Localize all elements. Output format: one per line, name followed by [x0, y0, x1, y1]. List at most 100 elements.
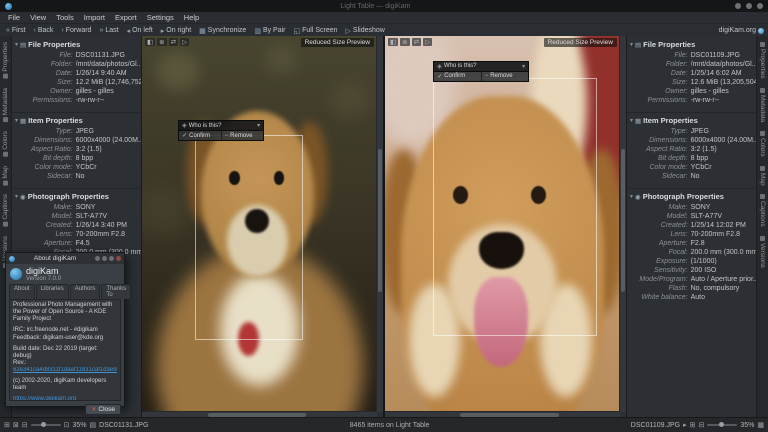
- menu-item[interactable]: File: [3, 13, 25, 22]
- confirm-face-button[interactable]: ✓ Confirm: [179, 131, 221, 140]
- sidebar-tab[interactable]: Properties: [758, 38, 767, 83]
- face-tag-frame[interactable]: [433, 78, 596, 336]
- remove-face-button[interactable]: − Remove: [221, 131, 264, 140]
- preview-tool-icon[interactable]: ▷: [423, 38, 432, 46]
- collapse-arrow-icon[interactable]: ▾: [630, 41, 633, 48]
- dialog-tab[interactable]: Authors: [70, 284, 101, 299]
- section-header[interactable]: ▾ ▤ File Properties: [12, 37, 141, 51]
- sidebar-tab-label: Map: [2, 166, 9, 179]
- property-row: Exposure: (1/1000): [627, 257, 756, 266]
- left-preview-pane[interactable]: ◧⊕⇄▷ Reduced Size Preview ◈ Who is this?…: [142, 36, 385, 418]
- menu-item[interactable]: View: [25, 13, 51, 22]
- toolbar-button[interactable]: ‹ Back: [32, 27, 60, 35]
- right-vertical-scrollbar[interactable]: [619, 36, 626, 412]
- help-icon[interactable]: [95, 256, 100, 261]
- sidebar-tab[interactable]: Map: [758, 162, 767, 190]
- toolbar-button[interactable]: ▷ Slideshow: [344, 27, 391, 35]
- face-tag-frame[interactable]: [195, 135, 303, 339]
- toolbar-button[interactable]: ◱ Full Screen: [292, 27, 344, 35]
- dialog-tab[interactable]: Thanks To: [101, 284, 131, 299]
- property-value: Auto / Aperture prior...: [691, 275, 756, 284]
- property-row: Lens: 70-200mm F2.8: [627, 230, 756, 239]
- close-icon[interactable]: [116, 256, 121, 261]
- preview-tool-icon[interactable]: ⊕: [157, 38, 166, 46]
- sidebar-tab[interactable]: Properties: [1, 38, 10, 83]
- collapse-arrow-icon[interactable]: ▾: [15, 117, 18, 124]
- menu-item[interactable]: Settings: [142, 13, 179, 22]
- preview-tool-icon[interactable]: ▷: [180, 38, 189, 46]
- right-preview-pane[interactable]: ◧⊕⇄▷ Reduced Size Preview ◈ Who is this?…: [385, 36, 626, 418]
- zoom-fit-icon[interactable]: ⊞: [4, 421, 10, 429]
- toolbar-button[interactable]: ▸ On right: [159, 27, 197, 35]
- collapse-arrow-icon[interactable]: ▾: [15, 41, 18, 48]
- zoom-100-icon[interactable]: ⊠: [13, 421, 19, 429]
- section-header[interactable]: ▾ ▦ Item Properties: [12, 113, 141, 127]
- preview-tool-icon[interactable]: ⊕: [400, 38, 409, 46]
- right-zoom-value: 35%: [740, 422, 754, 429]
- digikam-org-link[interactable]: digiKam.org: [719, 27, 764, 34]
- toolbar-button-icon: ‹: [34, 27, 36, 34]
- property-key: Owner:: [12, 87, 76, 96]
- dialog-tab[interactable]: Libraries: [36, 284, 69, 299]
- maximize-icon[interactable]: [746, 3, 752, 9]
- minimize-icon[interactable]: [102, 256, 107, 261]
- sidebar-tab[interactable]: Colors: [758, 127, 767, 161]
- property-key: Aperture:: [627, 239, 691, 248]
- sidebar-tab[interactable]: Captions: [1, 190, 10, 231]
- section-header[interactable]: ▾ ▤ File Properties: [627, 37, 756, 51]
- preview-tool-icon[interactable]: ⇄: [412, 38, 421, 46]
- sidebar-tab[interactable]: Captions: [758, 190, 767, 231]
- toolbar-button[interactable]: ◂ On left: [125, 27, 159, 35]
- collapse-arrow-icon[interactable]: ▾: [630, 193, 633, 200]
- zoom-100-icon[interactable]: ⊟: [698, 421, 704, 429]
- section-header[interactable]: ▾ ◉ Photograph Properties: [627, 189, 756, 203]
- toolbar-button[interactable]: › Forward: [59, 27, 97, 35]
- revision-hash-link[interactable]: 62e341ca4d8311f1daaf11831caf1d3e9b63a784…: [13, 367, 117, 374]
- toolbar-button[interactable]: ▦ Synchronize: [197, 27, 252, 35]
- toolbar-button[interactable]: « First: [4, 27, 32, 35]
- zoom-select-icon[interactable]: ⊟: [22, 421, 28, 429]
- pair-icon[interactable]: ▸: [683, 421, 687, 429]
- collapse-arrow-icon[interactable]: ▾: [15, 193, 18, 200]
- sidebar-tab[interactable]: Metadata: [1, 84, 10, 126]
- chevron-down-icon[interactable]: ▾: [522, 63, 525, 70]
- toolbar-button[interactable]: ▥ By Pair: [252, 27, 291, 35]
- close-icon[interactable]: [757, 3, 763, 9]
- sidebar-tab-icon: [3, 117, 8, 122]
- preview-tool-icon[interactable]: ◧: [388, 38, 398, 46]
- left-zoom-slider[interactable]: [31, 424, 61, 426]
- section-header[interactable]: ▾ ▦ Item Properties: [627, 113, 756, 127]
- maximize-icon[interactable]: [109, 256, 114, 261]
- sidebar-tab[interactable]: Metadata: [758, 84, 767, 126]
- menu-item[interactable]: Export: [110, 13, 142, 22]
- sidebar-tab[interactable]: Versions: [758, 232, 767, 272]
- menu-item[interactable]: Import: [79, 13, 110, 22]
- remove-face-button[interactable]: − Remove: [481, 72, 529, 81]
- preview-tool-icon[interactable]: ⇄: [169, 38, 178, 46]
- confirm-face-button[interactable]: ✓ Confirm: [434, 72, 481, 81]
- about-build-date: Build date: Dec 22 2019 (target: debug): [13, 346, 117, 360]
- left-vertical-scrollbar[interactable]: [376, 36, 383, 412]
- preview-tool-icon[interactable]: ◧: [145, 38, 155, 46]
- dialog-titlebar[interactable]: About digiKam: [6, 253, 124, 264]
- zoom-fit-icon[interactable]: ⊞: [690, 421, 696, 429]
- toolbar-button-icon: ▥: [254, 27, 261, 35]
- section-header[interactable]: ▾ ◉ Photograph Properties: [12, 189, 141, 203]
- face-tag-question[interactable]: Who is this?: [444, 63, 520, 69]
- fit-window-icon[interactable]: ⊡: [64, 421, 70, 429]
- toolbar-button[interactable]: » Last: [97, 27, 124, 35]
- collapse-arrow-icon[interactable]: ▾: [630, 117, 633, 124]
- face-tag-question[interactable]: Who is this?: [189, 123, 255, 129]
- sidebar-tab[interactable]: Colors: [1, 127, 10, 161]
- dialog-tab[interactable]: About: [9, 284, 35, 299]
- right-zoom-slider[interactable]: [707, 424, 737, 426]
- menubar: FileViewToolsImportExportSettingsHelp: [0, 12, 768, 24]
- minimize-icon[interactable]: [735, 3, 741, 9]
- sidebar-tab[interactable]: Map: [1, 162, 10, 190]
- menu-item[interactable]: Help: [179, 13, 204, 22]
- sidebar-tab-icon: [760, 166, 765, 171]
- close-button[interactable]: ✕ Close: [85, 404, 121, 415]
- menu-item[interactable]: Tools: [51, 13, 79, 22]
- thumbnails-icon[interactable]: ▦: [757, 421, 764, 429]
- chevron-down-icon[interactable]: ▾: [257, 122, 260, 129]
